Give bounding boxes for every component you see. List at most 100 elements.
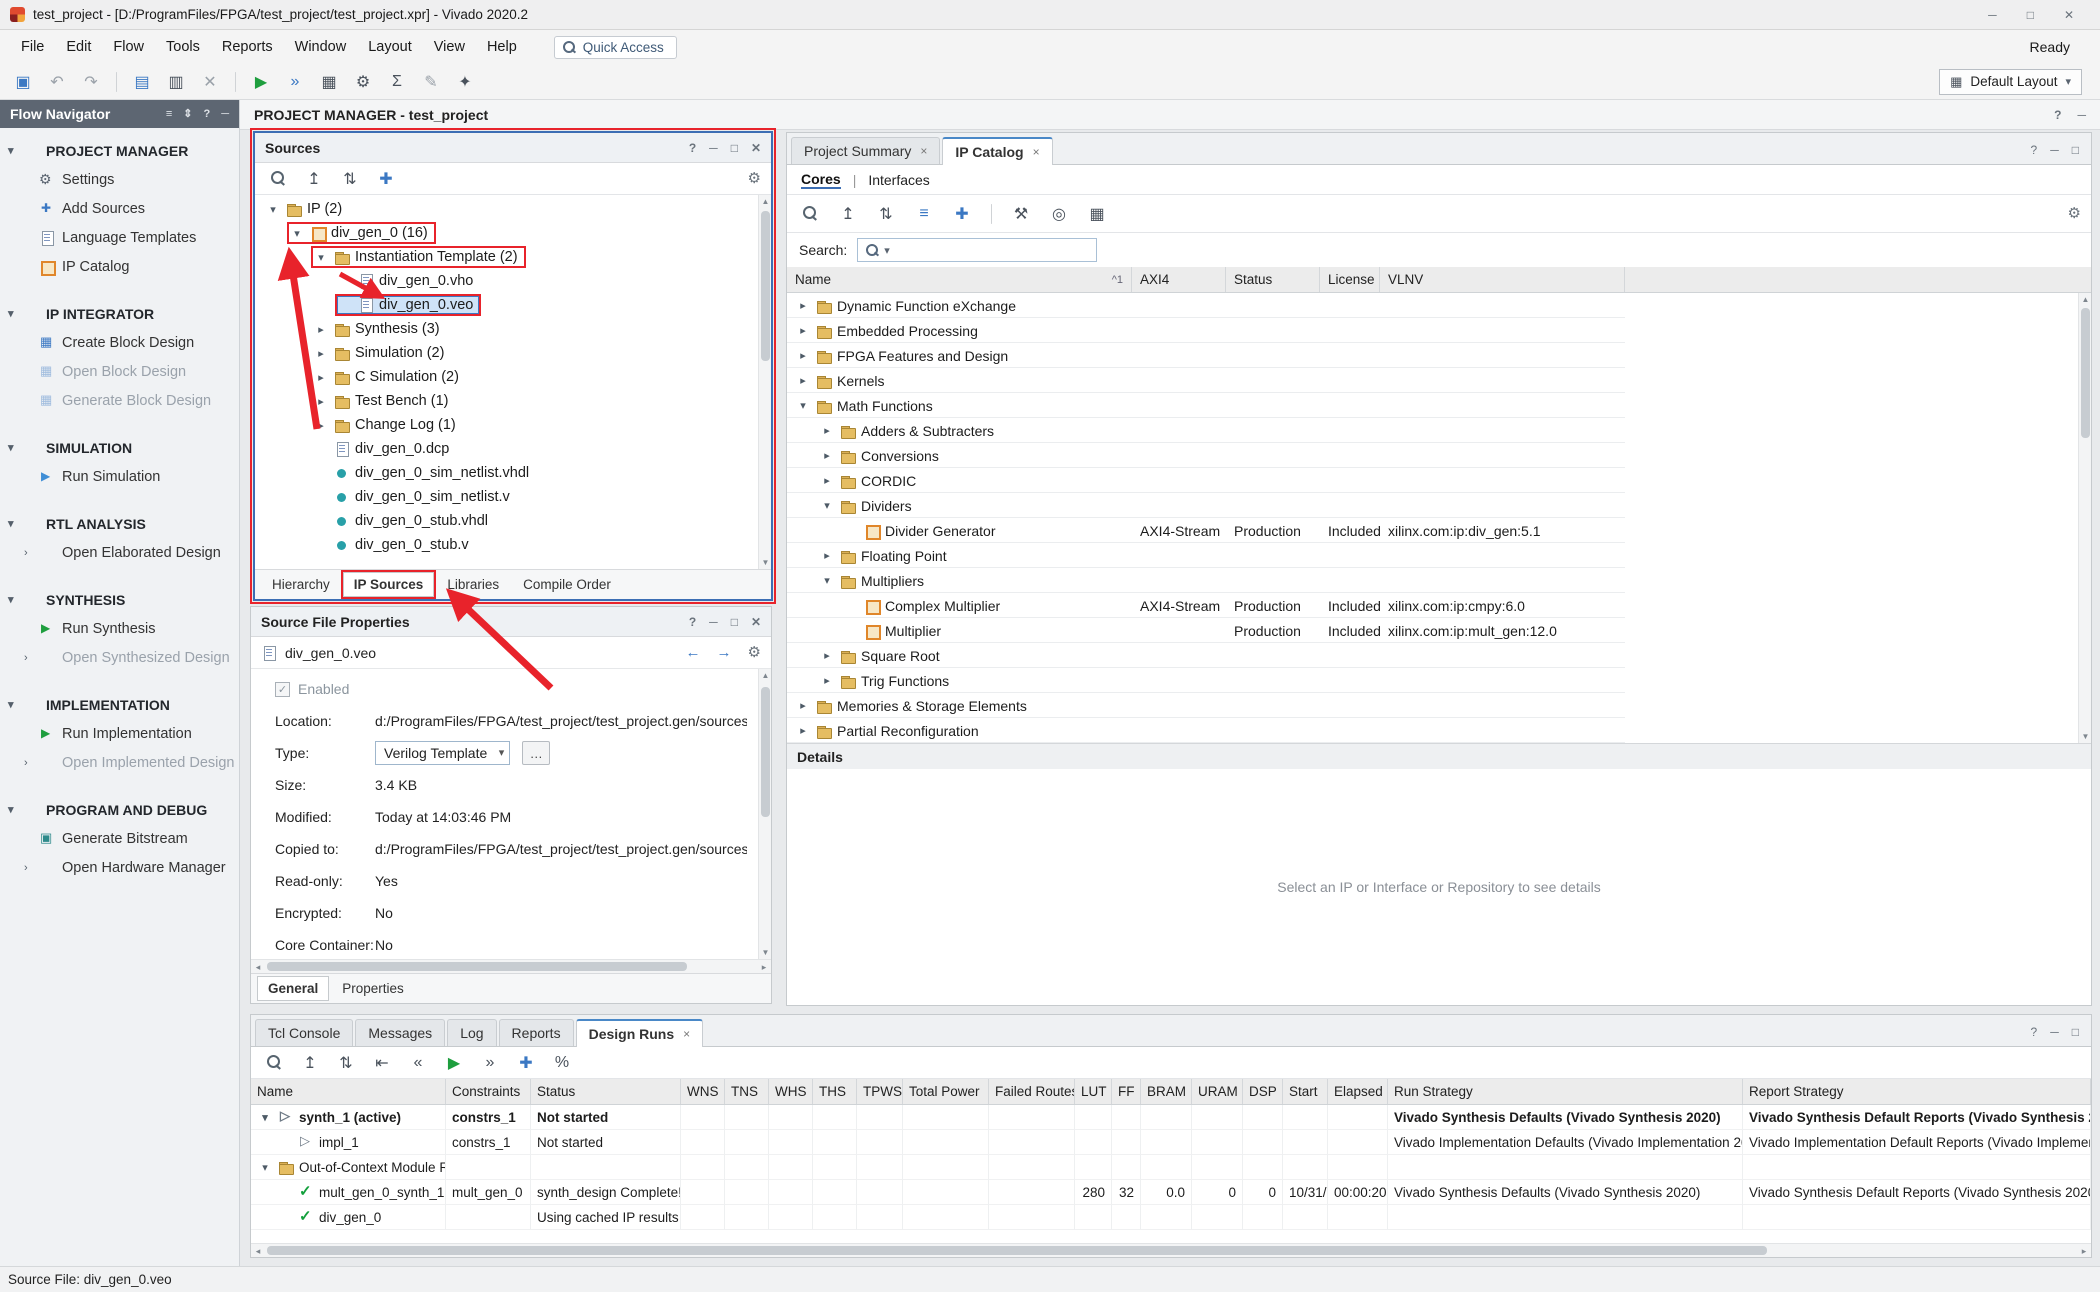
column-header[interactable]: Name bbox=[251, 1079, 446, 1104]
help-icon[interactable] bbox=[689, 142, 696, 154]
flow-nav-item[interactable]: ▾ PROGRAM AND DEBUG bbox=[0, 795, 239, 824]
catalog-row[interactable]: Divider Generator AXI4-Stream Production… bbox=[787, 518, 2091, 543]
menu-item[interactable]: Help bbox=[476, 34, 528, 60]
vertical-scrollbar[interactable]: ▲ ▼ bbox=[758, 669, 771, 959]
menu-item[interactable]: Edit bbox=[55, 34, 102, 60]
tree-row[interactable]: div_gen_0.dcp bbox=[255, 437, 771, 461]
delete-icon[interactable]: ✕ bbox=[197, 69, 223, 95]
grid-icon[interactable]: ▦ bbox=[1084, 201, 1110, 227]
column-header[interactable]: URAM bbox=[1192, 1079, 1243, 1104]
flow-nav-item[interactable]: Run Simulation bbox=[0, 462, 239, 491]
catalog-row[interactable]: ▸ Adders & Subtracters bbox=[787, 418, 2091, 443]
close-tab-icon[interactable]: × bbox=[920, 144, 927, 158]
tree-row[interactable]: ▸ Change Log (1) bbox=[255, 413, 771, 437]
scroll-left-icon[interactable]: ◂ bbox=[251, 960, 265, 974]
flow-nav-item[interactable]: › Open Elaborated Design bbox=[0, 538, 239, 567]
flow-nav-item[interactable]: Create Block Design bbox=[0, 328, 239, 357]
search-icon[interactable] bbox=[265, 166, 291, 192]
tree-row[interactable]: ▸ Simulation (2) bbox=[255, 341, 771, 365]
expander-icon[interactable]: ▾ bbox=[313, 251, 329, 264]
step-forward-icon[interactable]: » bbox=[477, 1050, 503, 1076]
catalog-row[interactable]: ▾ Math Functions bbox=[787, 393, 2091, 418]
close-icon[interactable] bbox=[751, 142, 761, 154]
flow-nav-item[interactable]: Run Implementation bbox=[0, 719, 239, 748]
hierarchy-view-icon[interactable]: ≡ bbox=[911, 201, 937, 227]
tree-row[interactable]: div_gen_0_stub.v bbox=[255, 533, 771, 557]
column-header[interactable]: WHS bbox=[769, 1079, 813, 1104]
minimize-icon[interactable] bbox=[221, 109, 229, 120]
separator[interactable] bbox=[116, 72, 117, 92]
run-row[interactable]: div_gen_0 Using cached IP results bbox=[251, 1205, 2091, 1230]
column-header[interactable]: Elapsed bbox=[1328, 1079, 1388, 1104]
tab-messages[interactable]: Messages bbox=[355, 1019, 445, 1046]
scroll-down-icon[interactable]: ▼ bbox=[759, 946, 771, 959]
catalog-row[interactable]: ▸ Trig Functions bbox=[787, 668, 2091, 693]
tab-compile-order[interactable]: Compile Order bbox=[512, 572, 622, 597]
percent-icon[interactable]: % bbox=[549, 1050, 575, 1076]
scroll-thumb[interactable] bbox=[267, 962, 687, 971]
catalog-row[interactable]: Complex Multiplier AXI4-Stream Productio… bbox=[787, 593, 2091, 618]
expander-icon[interactable]: ▾ bbox=[289, 227, 305, 240]
tree-row[interactable]: ▸ Test Bench (1) bbox=[255, 389, 771, 413]
edit-icon[interactable]: ✎ bbox=[418, 69, 444, 95]
column-header[interactable]: LUT bbox=[1075, 1079, 1112, 1104]
tree-row[interactable]: ▸ Synthesis (3) bbox=[255, 317, 771, 341]
catalog-row[interactable]: ▸ Memories & Storage Elements bbox=[787, 693, 2091, 718]
run-row[interactable]: impl_1 constrs_1 Not started bbox=[251, 1130, 2091, 1155]
expander-icon[interactable]: ▸ bbox=[819, 424, 835, 437]
tree-row[interactable]: ▾ div_gen_0 (16) bbox=[255, 221, 771, 245]
add-repository-icon[interactable]: ✚ bbox=[949, 201, 975, 227]
help-icon[interactable] bbox=[689, 616, 696, 628]
catalog-row[interactable]: ▸ CORDIC bbox=[787, 468, 2091, 493]
save-icon[interactable]: ▣ bbox=[10, 69, 36, 95]
expander-icon[interactable]: ▸ bbox=[313, 395, 329, 408]
flow-nav-item[interactable]: ▾ SIMULATION bbox=[0, 433, 239, 462]
scroll-thumb[interactable] bbox=[267, 1246, 1767, 1255]
flow-nav-item[interactable]: Generate Block Design bbox=[0, 386, 239, 415]
create-run-icon[interactable]: ✚ bbox=[513, 1050, 539, 1076]
vertical-scrollbar[interactable]: ▲ ▼ bbox=[2078, 293, 2091, 743]
expander-icon[interactable]: ▾ bbox=[819, 574, 835, 587]
vertical-scrollbar[interactable]: ▲ ▼ bbox=[758, 195, 771, 569]
expander-icon[interactable]: ▸ bbox=[795, 299, 811, 312]
run-row[interactable]: ▾ synth_1 (active) constrs_1 Not started bbox=[251, 1105, 2091, 1130]
horizontal-scrollbar[interactable]: ◂ ▸ bbox=[251, 959, 771, 973]
search-icon[interactable] bbox=[261, 1050, 287, 1076]
column-header[interactable]: Constraints bbox=[446, 1079, 531, 1104]
column-header[interactable]: Failed Routes bbox=[989, 1079, 1075, 1104]
scroll-thumb[interactable] bbox=[761, 211, 770, 361]
expand-collapse-icon[interactable] bbox=[183, 109, 192, 120]
subtab-cores[interactable]: Cores bbox=[801, 171, 841, 189]
gear-icon[interactable] bbox=[748, 645, 761, 660]
expander-icon[interactable]: ▸ bbox=[819, 674, 835, 687]
float-icon[interactable] bbox=[731, 616, 738, 628]
help-icon[interactable] bbox=[203, 109, 210, 120]
minimize-icon[interactable] bbox=[2077, 109, 2086, 121]
tab-libraries[interactable]: Libraries bbox=[436, 572, 510, 597]
run-row[interactable]: mult_gen_0_synth_1 mult_gen_0 synth_desi… bbox=[251, 1180, 2091, 1205]
expander-icon[interactable]: ▸ bbox=[819, 649, 835, 662]
expander-icon[interactable]: ▾ bbox=[819, 499, 835, 512]
expander-icon[interactable]: ▸ bbox=[795, 324, 811, 337]
expander-icon[interactable]: ▸ bbox=[795, 724, 811, 737]
tree-row[interactable]: div_gen_0.veo bbox=[255, 293, 771, 317]
tab-properties[interactable]: Properties bbox=[331, 976, 415, 1001]
menu-item[interactable]: Reports bbox=[211, 34, 284, 60]
column-header[interactable]: TPWS bbox=[857, 1079, 903, 1104]
expander-icon[interactable]: ▸ bbox=[795, 699, 811, 712]
flow-nav-item[interactable]: › Open Implemented Design bbox=[0, 748, 239, 777]
target-icon[interactable]: ◎ bbox=[1046, 201, 1072, 227]
run-row[interactable]: ▾ Out-of-Context Module Runs bbox=[251, 1155, 2091, 1180]
browse-button[interactable]: … bbox=[522, 741, 550, 765]
collapse-all-icon[interactable]: ↥ bbox=[835, 201, 861, 227]
tab-ip-sources[interactable]: IP Sources bbox=[343, 572, 435, 597]
gear-icon[interactable] bbox=[748, 171, 761, 186]
help-icon[interactable] bbox=[2054, 109, 2061, 121]
scroll-down-icon[interactable]: ▼ bbox=[2079, 730, 2091, 743]
close-icon[interactable] bbox=[2064, 9, 2074, 21]
flow-nav-item[interactable]: ▾ RTL ANALYSIS bbox=[0, 509, 239, 538]
catalog-row[interactable]: ▾ Multipliers bbox=[787, 568, 2091, 593]
expand-all-icon[interactable]: ⇅ bbox=[337, 166, 363, 192]
tab-project-summary[interactable]: Project Summary × bbox=[791, 137, 940, 164]
expander-icon[interactable]: ▸ bbox=[819, 549, 835, 562]
